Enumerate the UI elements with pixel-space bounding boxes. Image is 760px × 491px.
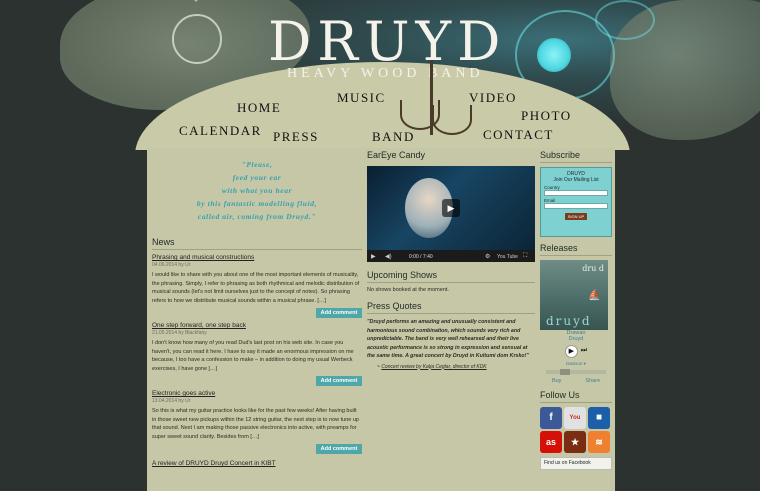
share-link[interactable]: Share bbox=[585, 378, 600, 384]
citation-link[interactable]: Concert review by Katja Ceglar, director… bbox=[381, 364, 486, 370]
next-track-icon[interactable]: ⏭ bbox=[581, 345, 587, 358]
audio-progress[interactable] bbox=[546, 369, 606, 375]
quote-line: with what you hear bbox=[221, 186, 293, 195]
mailing-join-text: Join Our Mailing List bbox=[553, 177, 599, 183]
media-column: EarEye Candy ▶ ▶ ◀) 0:00 / 7:40 ⚙ You Tu… bbox=[367, 148, 535, 370]
add-comment-button[interactable]: Add comment bbox=[316, 444, 362, 454]
facebook-like-box[interactable]: Find us on Facebook bbox=[540, 457, 612, 470]
youtube-icon[interactable]: You bbox=[564, 407, 586, 429]
press-heading: Press Quotes bbox=[367, 301, 535, 314]
release-actions: Buy Share bbox=[540, 378, 612, 384]
post-body: I don't know how many of you read Dud's … bbox=[152, 340, 354, 372]
album-cover-title: dru d bbox=[582, 264, 604, 273]
post-title[interactable]: A review of DRUYD Druyd Concert in KIBT bbox=[152, 460, 362, 467]
news-post: Phrasing and musical constructions 04.06… bbox=[152, 254, 362, 318]
glow-orb-decoration bbox=[537, 38, 571, 72]
press-citation: ~ Concert review by Katja Ceglar, direct… bbox=[367, 364, 535, 370]
upcoming-text: No shows booked at the moment. bbox=[367, 287, 449, 293]
main-content: "Please, feed your ear with what you hea… bbox=[147, 148, 615, 491]
quote-line: "Please, bbox=[241, 160, 273, 169]
volume-icon[interactable]: ◀) bbox=[385, 253, 392, 260]
mailing-list-form: DRUYD Join Our Mailing List Country Emai… bbox=[540, 167, 612, 237]
add-comment-button[interactable]: Add comment bbox=[316, 308, 362, 318]
post-title[interactable]: Electronic goes active bbox=[152, 390, 362, 397]
album-artist[interactable]: Druyd bbox=[540, 336, 612, 342]
quote-line: by this fantastic modelling fluid, bbox=[196, 199, 318, 208]
fan-quote: "Please, feed your ear with what you hea… bbox=[152, 158, 362, 223]
news-post: Electronic goes active 13.04.2014 by Ur … bbox=[152, 390, 362, 454]
play-icon[interactable]: ▶ bbox=[564, 345, 578, 358]
rss-icon[interactable]: ≋ bbox=[588, 431, 610, 453]
nav-video[interactable]: VIDEO bbox=[469, 90, 517, 106]
video-time: 0:00 / 7:40 bbox=[409, 254, 433, 260]
dandelion-decoration bbox=[172, 14, 222, 64]
nav-photo[interactable]: PHOTO bbox=[521, 108, 572, 124]
play-icon[interactable]: ▶ bbox=[371, 253, 376, 260]
sailboat-icon: ⛵ bbox=[588, 290, 601, 301]
track-select-value: Davison bbox=[566, 361, 583, 366]
reverbnation-icon[interactable]: ★ bbox=[564, 431, 586, 453]
post-body: So this is what my guitar practice looks… bbox=[152, 408, 359, 440]
news-post: One step forward, one step back 21.05.20… bbox=[152, 322, 362, 386]
lastfm-icon[interactable]: as bbox=[540, 431, 562, 453]
fullscreen-icon[interactable]: ⛶ bbox=[523, 253, 527, 260]
email-field[interactable] bbox=[544, 203, 608, 209]
news-heading: News bbox=[152, 237, 362, 250]
facebook-icon[interactable]: f bbox=[540, 407, 562, 429]
album-cover[interactable]: dru d ⛵ druyd bbox=[540, 260, 608, 330]
nav-home[interactable]: HOME bbox=[237, 100, 281, 116]
post-body: I would like to share with you about one… bbox=[152, 272, 360, 304]
quote-line: feed your ear bbox=[232, 173, 282, 182]
album-cover-logo: druyd bbox=[546, 314, 592, 328]
youtube-logo[interactable]: You Tube bbox=[497, 254, 518, 260]
track-select[interactable]: Davison ▾ bbox=[540, 361, 612, 367]
sidebar-column: Subscribe DRUYD Join Our Mailing List Co… bbox=[540, 148, 612, 470]
progress-handle[interactable] bbox=[560, 369, 570, 375]
video-player[interactable]: ▶ ▶ ◀) 0:00 / 7:40 ⚙ You Tube ⛶ bbox=[367, 166, 535, 262]
audio-controls: ▶ ⏭ bbox=[540, 345, 612, 358]
post-meta: 21.05.2014 by Blackfairy bbox=[152, 330, 207, 336]
nav-contact[interactable]: CONTACT bbox=[483, 127, 554, 143]
nav-band[interactable]: BAND bbox=[372, 129, 415, 145]
post-title[interactable]: One step forward, one step back bbox=[152, 322, 362, 329]
eareye-heading: EarEye Candy bbox=[367, 150, 426, 160]
follow-heading: Follow Us bbox=[540, 390, 612, 403]
play-icon[interactable]: ▶ bbox=[442, 199, 460, 217]
add-comment-button[interactable]: Add comment bbox=[316, 376, 362, 386]
upcoming-heading: Upcoming Shows bbox=[367, 270, 535, 283]
quote-line: called air, coming from Druyd." bbox=[197, 212, 317, 221]
post-meta: 04.06.2014 by Ur bbox=[152, 262, 191, 268]
press-quote: "Druyd performs an amazing and unusually… bbox=[367, 319, 529, 359]
site-logo[interactable]: DRUYD bbox=[268, 10, 506, 73]
myspace-icon[interactable]: ■ bbox=[588, 407, 610, 429]
post-title[interactable]: Phrasing and musical constructions bbox=[152, 254, 362, 261]
swirl-decoration bbox=[595, 0, 655, 40]
country-field[interactable] bbox=[544, 190, 608, 196]
social-links: f You ■ as ★ ≋ bbox=[540, 407, 612, 453]
releases-heading: Releases bbox=[540, 243, 612, 256]
root-decoration bbox=[432, 105, 472, 135]
post-meta: 13.04.2014 by Ur bbox=[152, 398, 191, 404]
settings-icon[interactable]: ⚙ bbox=[485, 253, 490, 260]
subscribe-heading: Subscribe bbox=[540, 150, 612, 163]
nav-calendar[interactable]: CALENDAR bbox=[179, 123, 262, 139]
site-header: DRUYD HEAVY WOOD BAND HOME MUSIC VIDEO P… bbox=[0, 0, 760, 150]
nav-press[interactable]: PRESS bbox=[273, 129, 319, 145]
site-tagline: HEAVY WOOD BAND bbox=[287, 66, 484, 81]
buy-link[interactable]: Buy bbox=[552, 378, 561, 384]
news-column: "Please, feed your ear with what you hea… bbox=[152, 148, 362, 467]
signup-button[interactable]: SIGN UP bbox=[565, 213, 587, 220]
nav-music[interactable]: MUSIC bbox=[337, 90, 386, 106]
